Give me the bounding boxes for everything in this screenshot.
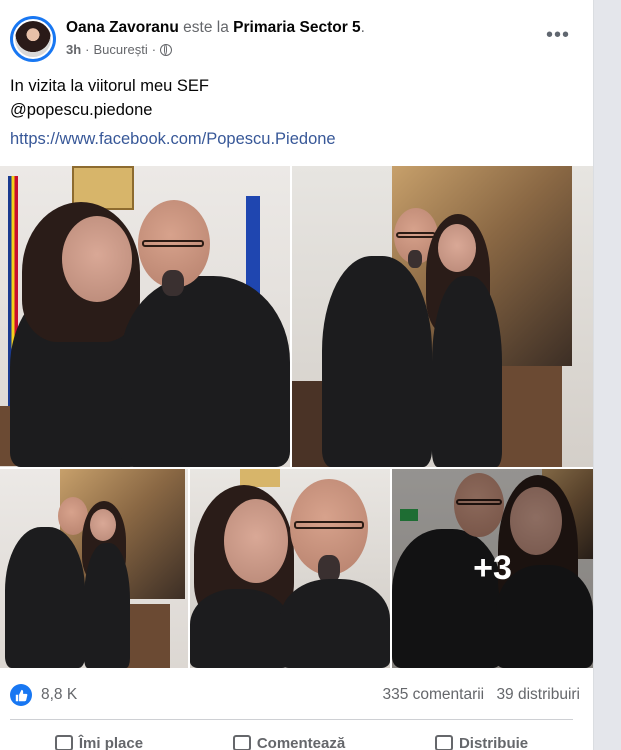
like-label: Îmi place: [78, 734, 144, 750]
man-figure: [120, 276, 290, 467]
thumbs-up-icon[interactable]: [10, 684, 32, 706]
woman-figure: [432, 276, 502, 467]
woman-figure: [190, 589, 290, 668]
post-text: In vizita la viitorul meu SEF @popescu.p…: [10, 74, 209, 122]
post-mention[interactable]: @popescu.piedone: [10, 98, 209, 122]
comments-count[interactable]: 335 comentarii: [382, 686, 484, 703]
author-name[interactable]: Oana Zavoranu: [66, 19, 179, 36]
like-icon: [54, 735, 73, 750]
beard: [162, 270, 184, 296]
woman-figure: [84, 543, 130, 668]
woman-face: [62, 216, 132, 302]
reaction-count[interactable]: 8,8 K: [41, 686, 77, 704]
shares-count[interactable]: 39 distribuiri: [496, 686, 580, 703]
post-time[interactable]: 3h: [66, 42, 81, 57]
share-icon: [434, 735, 453, 750]
action-bar: Îmi place Comentează Distribuie: [10, 728, 573, 750]
post-meta: 3h · București ·: [66, 42, 173, 57]
photo-5-more[interactable]: +3: [392, 469, 593, 668]
comment-label: Comentează: [256, 734, 346, 750]
photo-3[interactable]: [0, 469, 188, 668]
comment-icon: [232, 735, 251, 750]
beard: [408, 250, 422, 268]
page-background: [594, 0, 621, 750]
checkin-suffix: .: [360, 19, 365, 36]
share-label: Distribuie: [458, 734, 529, 750]
meta-separator: ·: [85, 42, 90, 57]
globe-icon: [160, 43, 173, 56]
author-line: Oana Zavoranu este la Primaria Sector 5.: [66, 19, 365, 37]
post-link[interactable]: https://www.facebook.com/Popescu.Piedone: [10, 130, 336, 149]
man-figure: [280, 579, 390, 668]
post-location[interactable]: București: [94, 42, 148, 57]
author-avatar[interactable]: [10, 16, 56, 62]
post-card: Oana Zavoranu este la Primaria Sector 5.…: [0, 0, 594, 750]
reactions-bar: 8,8 K 335 comentarii 39 distribuiri: [10, 682, 580, 710]
photo-4[interactable]: [190, 469, 390, 668]
glasses: [142, 240, 204, 247]
checkin-place[interactable]: Primaria Sector 5: [233, 19, 361, 36]
comment-button[interactable]: Comentează: [232, 728, 346, 750]
glasses: [396, 232, 436, 238]
post-header: Oana Zavoranu este la Primaria Sector 5.…: [10, 16, 580, 64]
meta-separator: ·: [151, 42, 157, 57]
man-figure: [5, 527, 85, 668]
more-options-button[interactable]: •••: [546, 24, 570, 47]
post-text-line: In vizita la viitorul meu SEF: [10, 77, 209, 95]
woman-face: [438, 224, 476, 272]
woman-face: [90, 509, 116, 541]
woman-face: [224, 499, 288, 583]
photo-2[interactable]: [292, 166, 593, 467]
share-button[interactable]: Distribuie: [434, 728, 529, 750]
photo-1[interactable]: [0, 166, 290, 467]
glasses: [294, 521, 364, 529]
man-figure: [322, 256, 432, 467]
like-button[interactable]: Îmi place: [54, 728, 144, 750]
more-photos-overlay[interactable]: +3: [392, 469, 593, 668]
divider: [10, 719, 573, 720]
engagement-counts: 335 comentarii 39 distribuiri: [374, 686, 580, 704]
avatar-image: [13, 19, 53, 59]
checkin-connector: este la: [183, 19, 229, 36]
more-photos-count: +3: [473, 549, 512, 587]
